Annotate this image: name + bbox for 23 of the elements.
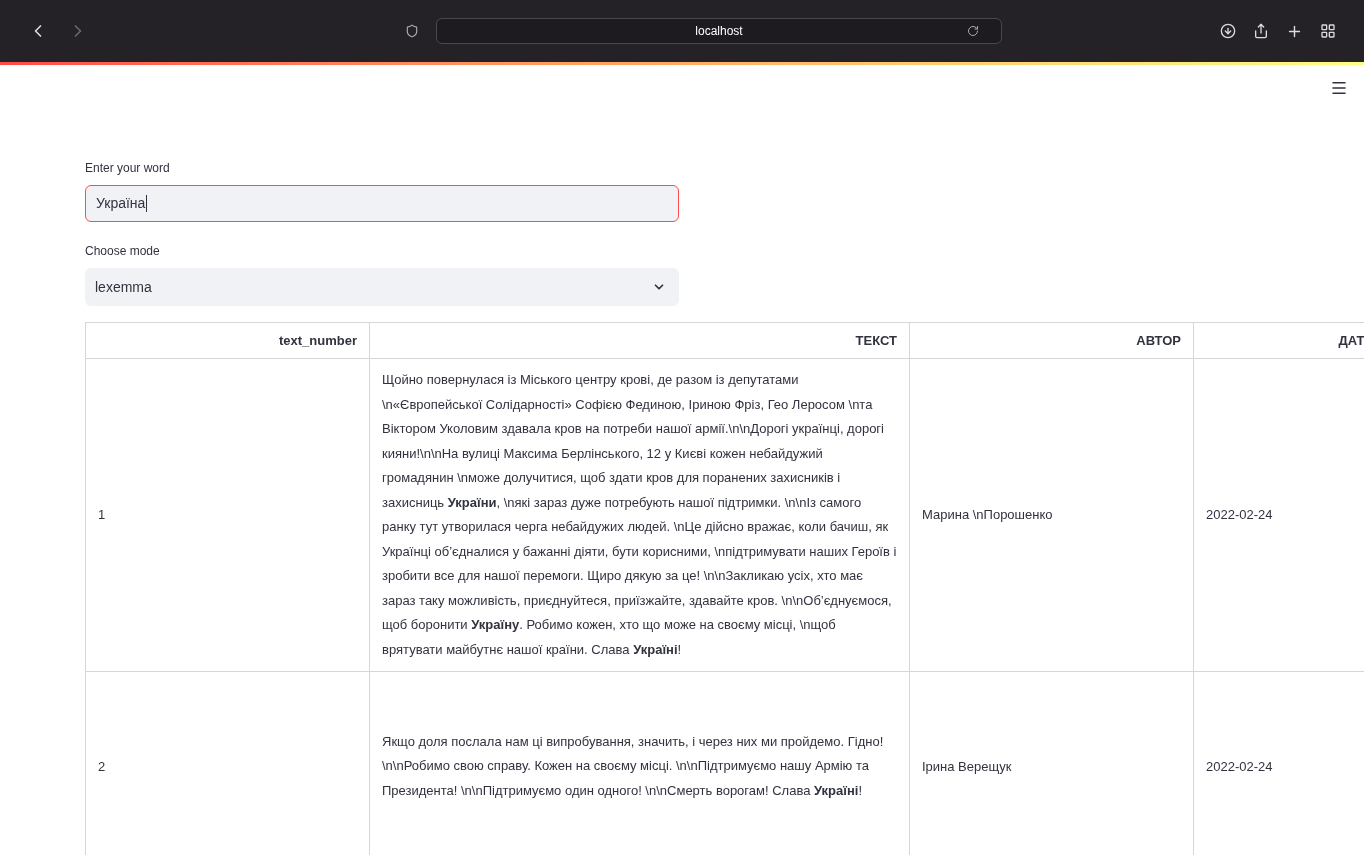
table-cell: 2022-02-24 [1206,758,1273,774]
table-cell: Ірина Верещук [922,758,1012,774]
shield-icon[interactable] [405,24,419,38]
table-cell: Якщо доля послала нам ці випробування, значить, і через них ми пройдемо. Гідно! \n\nРобимо свою справу. Кожен на своєму місці. \n\nПідтримуємо нашу Армію та Президента! \n\nПідтримуємо один одного! \n\nСмерть ворогам! Слава Україні! [382,733,884,798]
column-header: ТЕКСТ [855,332,897,348]
table-cell: 1 [98,507,106,523]
mode-select[interactable]: lexemma [85,268,679,306]
column-header: ДАТ [1338,332,1364,348]
column-header: text_number [278,332,357,348]
download-icon[interactable] [1220,23,1236,39]
table-cell: 2022-02-24 [1206,507,1273,523]
table-cell: Щойно повернулася із Міського центру крові, де разом із депутатами \n«Європейської Солідарності» Софією Фединою, Іриною Фріз, Гео Леросом \nта Віктором Уколовим здавала кров на потреби нашої армії.\n\nДорогі українці, дорогі кияни!\n\nНа вулиці Максима Берлінського, 12 у Києві кожен небайдужий громадянин \nможе долучитися, щоб здати кров для поранених захисників і захисниць України, \nякі зараз дуже потребують нашої підтримки. \n\nІз самого ранку тут утворилася черга небайдужих людей. \nЦе дійсно вражає, коли бачиш, як Українці об’єдналися у бажанні діяти, бути корисними, \nпідтримувати наших Героїв і зробити все для нашої перемоги. Щиро дякую за це! \n\nЗакликаю усіх, хто має зараз таку можливість, приєднуйтеся, приїзжайте, здавайте кров. \n\nОб’єднуємося, щоб боронити Україну. Робимо кожен, хто що може на своєму місці, \nщоб врятувати майбутнє нашої країни. Слава Україні! [382,372,897,657]
field-label: Choose mode [85,243,160,260]
share-icon[interactable] [1253,23,1269,39]
address-bar[interactable]: localhost [436,18,1002,44]
column-header: АВТОР [1136,332,1181,348]
table-cell: Марина \nПорошенко [922,507,1053,523]
menu-icon[interactable] [1330,79,1348,97]
reload-icon[interactable] [967,25,979,37]
word-input[interactable]: Україна [85,185,679,222]
field-label: Enter your word [85,160,170,177]
tabs-overview-icon[interactable] [1320,23,1336,39]
table-cell: 2 [98,758,106,774]
